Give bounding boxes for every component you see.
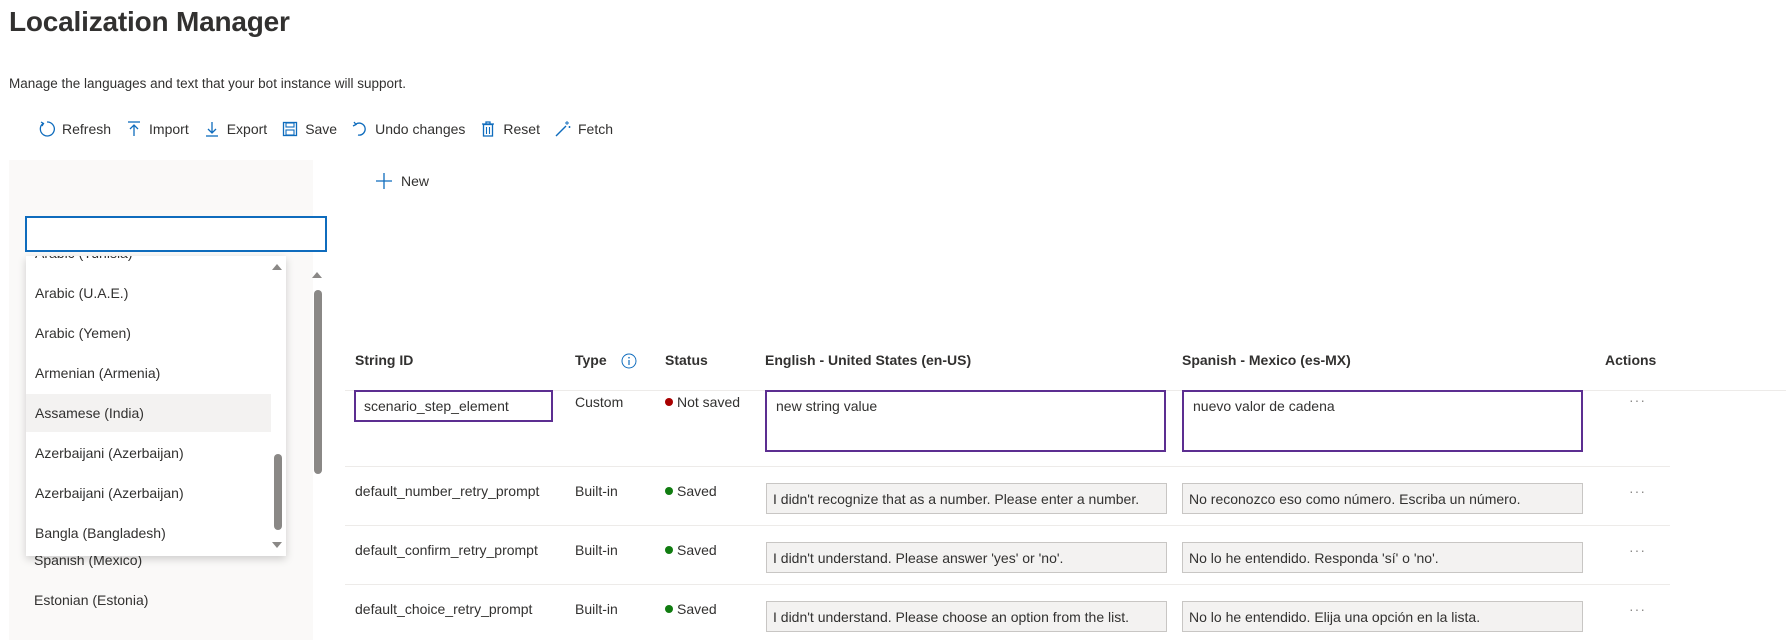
export-button[interactable]: Export [203,120,267,138]
page-title: Localization Manager [9,6,290,37]
string-id-input[interactable] [354,390,553,422]
new-label: New [401,173,430,189]
row-divider [345,525,1670,526]
status-cell: Saved [665,483,717,499]
dropdown-scroll-down-icon[interactable] [272,542,282,548]
dropdown-item[interactable]: Azerbaijani (Azerbaijan) [26,434,271,472]
dropdown-item[interactable]: Arabic (Tunisia) [26,256,271,272]
page-subtitle: Manage the languages and text that your … [9,76,407,91]
plus-icon [376,173,392,189]
type-cell: Built-in [575,542,618,558]
column-header-string-id[interactable]: String ID [355,352,413,368]
column-header-english[interactable]: English - United States (en-US) [765,352,971,368]
more-actions-button[interactable]: ··· [1629,542,1646,558]
type-cell: Custom [575,394,624,410]
status-label: Saved [677,483,717,499]
type-cell: Built-in [575,601,618,617]
status-cell: Not saved [665,394,740,410]
fetch-button[interactable]: Fetch [554,120,613,138]
type-cell: Built-in [575,483,618,499]
reset-button[interactable]: Reset [479,120,540,138]
language-dropdown: Arabic (Tunisia) Arabic (U.A.E.) Arabic … [26,256,286,556]
column-header-status[interactable]: Status [665,352,708,368]
type-header-label: Type [575,352,607,368]
sidebar-scroll-thumb[interactable] [314,290,322,474]
fetch-label: Fetch [577,121,613,137]
refresh-icon [39,121,55,137]
string-id-cell: default_number_retry_prompt [355,483,540,499]
status-label: Saved [677,542,717,558]
undo-icon [352,121,366,136]
language-search-input[interactable] [25,216,327,252]
status-label: Not saved [677,394,741,410]
dropdown-item[interactable]: Armenian (Armenia) [26,354,271,392]
spanish-text-input[interactable]: nuevo valor de cadena [1182,390,1583,452]
column-header-spanish[interactable]: Spanish - Mexico (es-MX) [1182,352,1351,368]
save-label: Save [305,121,338,137]
toolbar: Refresh Import Export Save Undo changes … [38,117,627,141]
reset-label: Reset [503,121,540,137]
status-dot-icon [665,546,673,554]
more-actions-button[interactable]: ··· [1629,483,1646,499]
status-dot-icon [665,605,673,613]
undo-changes-button[interactable]: Undo changes [351,120,465,138]
info-icon[interactable] [621,353,637,369]
trash-icon [482,121,495,137]
export-icon [205,122,218,137]
language-item[interactable]: Estonian (Estonia) [34,592,148,608]
magic-wand-icon [555,121,571,137]
dropdown-scroll-thumb[interactable] [274,454,282,530]
dropdown-item-hovered[interactable]: Assamese (India) [26,394,271,432]
status-cell: Saved [665,542,717,558]
dropdown-item[interactable]: Arabic (Yemen) [26,314,271,352]
spanish-text-field[interactable] [1182,483,1583,514]
import-button[interactable]: Import [125,120,189,138]
save-icon [283,121,298,137]
dropdown-scroll-up-icon[interactable] [272,264,282,270]
new-string-button[interactable]: New [375,172,429,190]
status-dot-icon [665,398,673,406]
undo-label: Undo changes [375,121,466,137]
status-label: Saved [677,601,717,617]
export-label: Export [226,121,268,137]
spanish-text-field[interactable] [1182,542,1583,573]
more-actions-button[interactable]: ··· [1629,392,1646,408]
dropdown-item[interactable]: Bangla (Bangladesh) [26,514,271,552]
column-header-type[interactable]: Type [575,352,637,369]
refresh-button[interactable]: Refresh [38,120,111,138]
english-text-field[interactable] [766,542,1167,573]
spanish-text-field[interactable] [1182,601,1583,632]
string-id-cell: default_choice_retry_prompt [355,601,533,617]
dropdown-item[interactable]: Arabic (U.A.E.) [26,274,271,312]
english-text-field[interactable] [766,483,1167,514]
save-button[interactable]: Save [281,120,337,138]
english-text-field[interactable] [766,601,1167,632]
status-dot-icon [665,487,673,495]
row-divider [345,584,1670,585]
column-header-actions: Actions [1605,352,1657,368]
dropdown-item[interactable]: Azerbaijani (Azerbaijan) [26,474,271,512]
string-id-cell: default_confirm_retry_prompt [355,542,538,558]
scroll-up-arrow-icon[interactable] [312,272,322,278]
refresh-label: Refresh [62,121,112,137]
row-divider [345,466,1670,467]
status-cell: Saved [665,601,717,617]
import-icon [128,121,141,136]
english-text-input[interactable]: new string value [765,390,1166,452]
import-label: Import [149,121,189,137]
more-actions-button[interactable]: ··· [1629,601,1646,617]
